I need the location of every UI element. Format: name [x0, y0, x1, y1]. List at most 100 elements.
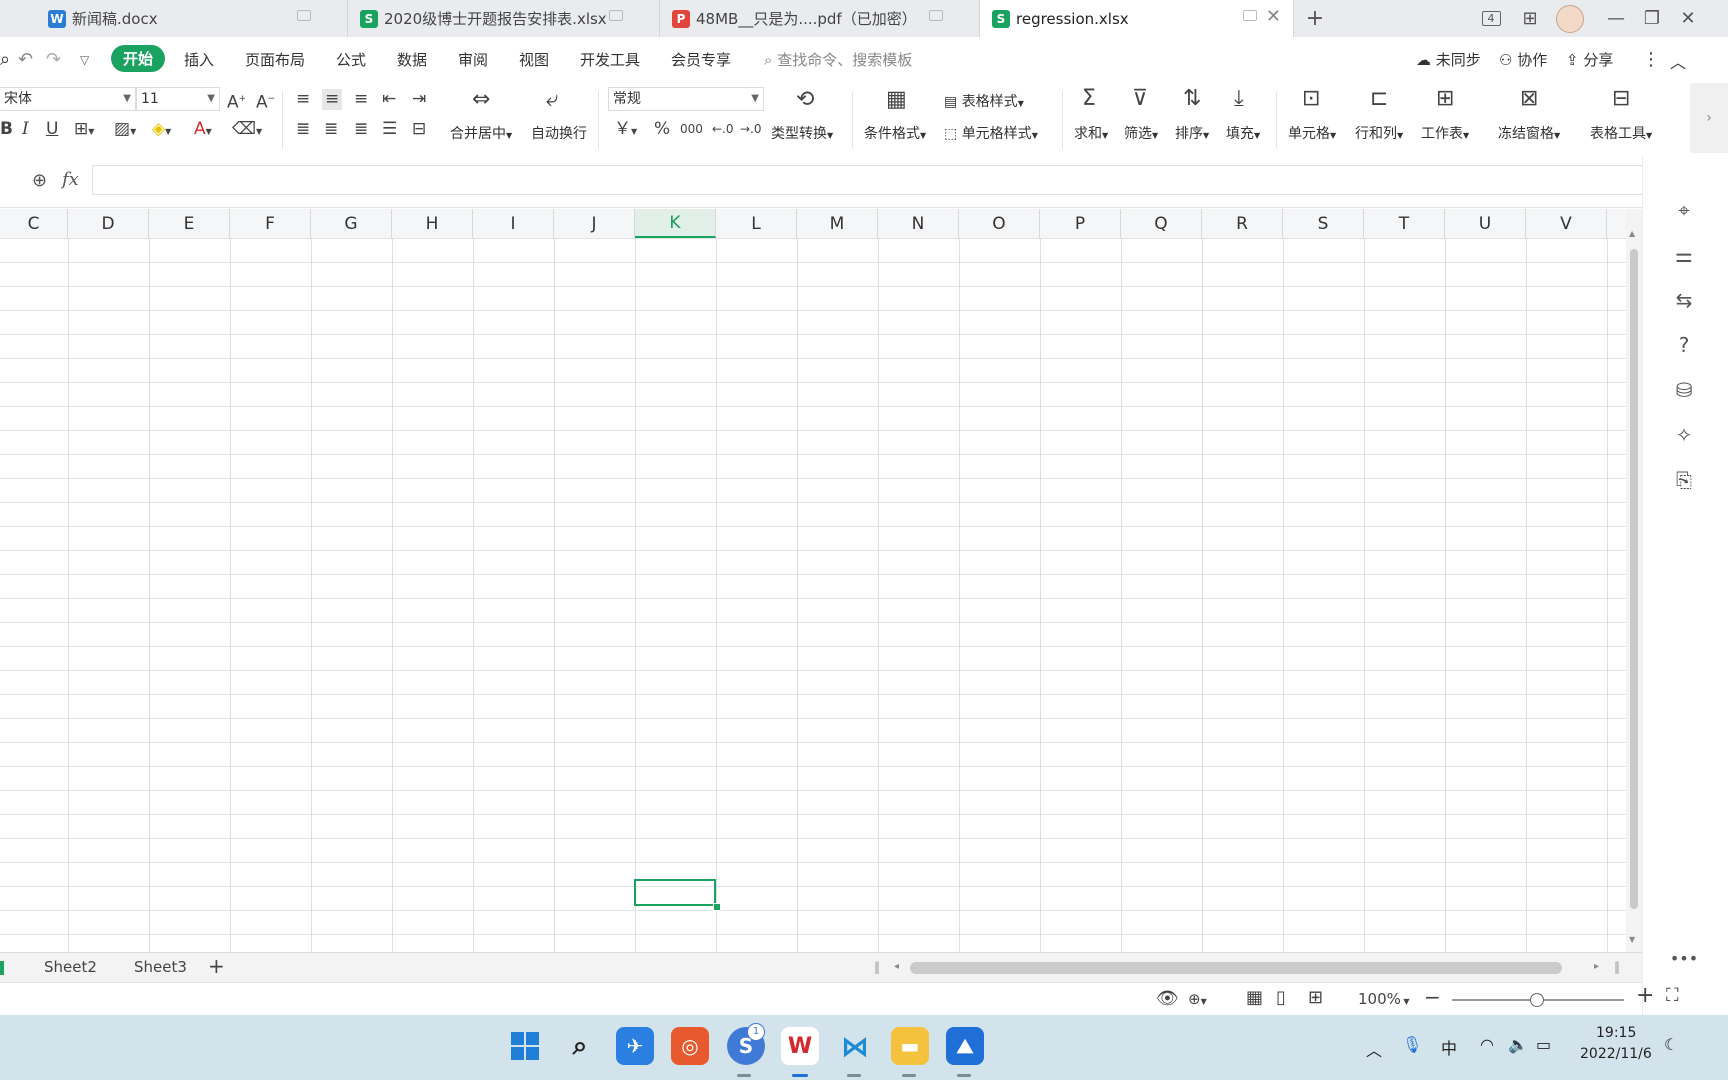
split-handle-icon[interactable]: ‖ — [1614, 960, 1620, 974]
split-handle-icon[interactable]: ‖ — [874, 960, 880, 974]
column-header-n[interactable]: N — [878, 209, 959, 238]
row-col-button[interactable]: 行和列▼ — [1355, 123, 1403, 143]
scroll-up-icon[interactable]: ▲ — [1629, 229, 1635, 238]
quick-access-dropdown-icon[interactable]: ▽ — [80, 53, 89, 67]
cell-style-button[interactable]: ⬚ 单元格样式▼ — [944, 123, 1038, 143]
font-color-icon[interactable]: A▼ — [194, 121, 212, 140]
battery-icon[interactable]: ▭ — [1536, 1035, 1551, 1054]
column-header-r[interactable]: R — [1202, 209, 1283, 238]
scroll-right-icon[interactable]: ▸ — [1594, 961, 1599, 972]
sort-icon[interactable]: ⇅ — [1183, 88, 1201, 110]
column-header-f[interactable]: F — [230, 209, 311, 238]
more-options-icon[interactable]: ••• — [1669, 943, 1699, 973]
wrap-text-icon[interactable]: ⤶ — [546, 89, 558, 111]
column-header-j[interactable]: J — [554, 209, 635, 238]
column-header-u[interactable]: U — [1445, 209, 1526, 238]
ubuntu-app-icon[interactable]: ◎ — [671, 1027, 709, 1065]
menu-tab-home[interactable]: 开始 — [111, 45, 166, 72]
font-size-select[interactable]: 11 ▼ — [136, 87, 220, 111]
align-bottom-icon[interactable]: ≡ — [354, 91, 368, 108]
bold-icon[interactable]: B — [0, 121, 13, 138]
microphone-icon[interactable]: 🎙 — [1402, 1035, 1422, 1054]
distributed-icon[interactable]: ⊟ — [412, 121, 426, 138]
fullscreen-icon[interactable]: ⛶ — [1666, 985, 1679, 1006]
add-sheet-icon[interactable]: + — [208, 954, 225, 978]
book-search-icon[interactable]: ⎘ — [1669, 465, 1699, 495]
column-header-d[interactable]: D — [68, 209, 149, 238]
zoom-out-icon[interactable]: − — [1424, 985, 1441, 1009]
search-icon[interactable]: ⌕ — [561, 1027, 599, 1065]
currency-button[interactable]: ￥▼ — [614, 121, 637, 140]
increase-decimal-icon[interactable]: ←.0 — [712, 121, 734, 138]
increase-font-icon[interactable]: A+ — [227, 91, 246, 112]
font-name-select[interactable]: 宋体 ▼ — [0, 87, 136, 111]
column-header-i[interactable]: I — [473, 209, 554, 238]
merge-center-button[interactable]: 合并居中▼ — [450, 123, 512, 143]
share-button[interactable]: ⇪ 分享 — [1566, 49, 1613, 70]
align-right-icon[interactable]: ≣ — [354, 121, 368, 138]
wps-app-icon[interactable]: W — [781, 1027, 819, 1065]
align-top-icon[interactable]: ≡ — [296, 91, 310, 108]
sheet-tab-sheet2[interactable]: Sheet2 — [44, 958, 97, 976]
menu-tab-page-layout[interactable]: 页面布局 — [245, 49, 305, 70]
column-header-s[interactable]: S — [1283, 209, 1364, 238]
vscode-app-icon[interactable]: ⋈ — [836, 1027, 874, 1065]
wifi-icon[interactable]: ◠ — [1480, 1035, 1494, 1054]
increase-indent-icon[interactable]: ⇥ — [412, 91, 426, 108]
ribbon-scroll-right-icon[interactable]: › — [1690, 83, 1728, 153]
type-convert-button[interactable]: 类型转换▼ — [771, 123, 833, 143]
column-header-q[interactable]: Q — [1121, 209, 1202, 238]
fill-button[interactable]: 填充▼ — [1226, 123, 1260, 143]
fx-button[interactable]: fx — [62, 169, 79, 190]
store-icon[interactable]: ⛁ — [1669, 375, 1699, 405]
close-window-button[interactable]: ✕ — [1670, 0, 1706, 37]
redo-icon[interactable]: ↷ — [46, 49, 61, 70]
feishu-app-icon[interactable]: ✈ — [616, 1027, 654, 1065]
filter-icon[interactable]: ⊽ — [1132, 88, 1148, 110]
row-col-icon[interactable]: ⊏ — [1370, 88, 1388, 110]
vertical-scroll-thumb[interactable] — [1630, 249, 1638, 909]
undo-icon[interactable]: ↶ — [18, 49, 33, 70]
decrease-decimal-icon[interactable]: →.0 — [740, 121, 762, 138]
smart-icon[interactable]: ✧ — [1669, 420, 1699, 450]
align-left-icon[interactable]: ≣ — [296, 121, 310, 138]
scroll-left-icon[interactable]: ◂ — [894, 961, 899, 972]
cell-button[interactable]: 单元格▼ — [1288, 123, 1336, 143]
thousands-separator-button[interactable]: 000 — [680, 121, 703, 138]
menu-tab-view[interactable]: 视图 — [519, 49, 549, 70]
column-header-v[interactable]: V — [1526, 209, 1607, 238]
pin-icon[interactable] — [609, 10, 623, 21]
cell-icon[interactable]: ⊡ — [1302, 88, 1320, 110]
table-style-button[interactable]: ▤ 表格样式▼ — [944, 91, 1024, 111]
minimize-button[interactable]: — — [1598, 0, 1634, 37]
sum-icon[interactable]: Σ — [1082, 88, 1096, 110]
eye-protection-icon[interactable]: 👁 — [1156, 988, 1179, 1009]
freeze-panes-icon[interactable]: ⊠ — [1520, 88, 1538, 110]
fill-color-icon[interactable]: ◈▼ — [152, 121, 171, 140]
fill-down-icon[interactable]: ⤓ — [1234, 88, 1244, 110]
column-header-o[interactable]: O — [959, 209, 1040, 238]
type-convert-icon[interactable]: ⟲ — [796, 89, 814, 111]
decrease-font-icon[interactable]: A− — [256, 91, 275, 112]
pin-icon[interactable] — [929, 10, 943, 21]
notification-moon-icon[interactable]: ☾ — [1664, 1035, 1678, 1054]
conditional-format-button[interactable]: 条件格式▼ — [864, 123, 926, 143]
clear-format-icon[interactable]: ⌫▼ — [232, 121, 262, 140]
column-header-t[interactable]: T — [1364, 209, 1445, 238]
new-tab-button[interactable]: + — [1300, 0, 1330, 37]
pin-icon[interactable] — [1243, 10, 1257, 21]
table-tools-icon[interactable]: ⊟ — [1612, 88, 1630, 110]
menu-tab-review[interactable]: 审阅 — [458, 49, 488, 70]
column-header-e[interactable]: E — [149, 209, 230, 238]
column-header-m[interactable]: M — [797, 209, 878, 238]
collaborate-button[interactable]: ⚇ 协作 — [1499, 49, 1547, 70]
collapse-ribbon-icon[interactable]: ︿ — [1670, 49, 1686, 73]
menu-tab-developer[interactable]: 开发工具 — [580, 49, 640, 70]
cell-grid[interactable] — [0, 238, 1626, 952]
page-layout-view-icon[interactable]: ▯ — [1276, 987, 1286, 1008]
avatar[interactable] — [1554, 0, 1586, 37]
column-header-c[interactable]: C — [0, 209, 68, 238]
clock-date[interactable]: 2022/11/6 — [1580, 1046, 1652, 1062]
sort-button[interactable]: 排序▼ — [1175, 123, 1209, 143]
adjust-icon[interactable]: ⚌ — [1669, 240, 1699, 270]
